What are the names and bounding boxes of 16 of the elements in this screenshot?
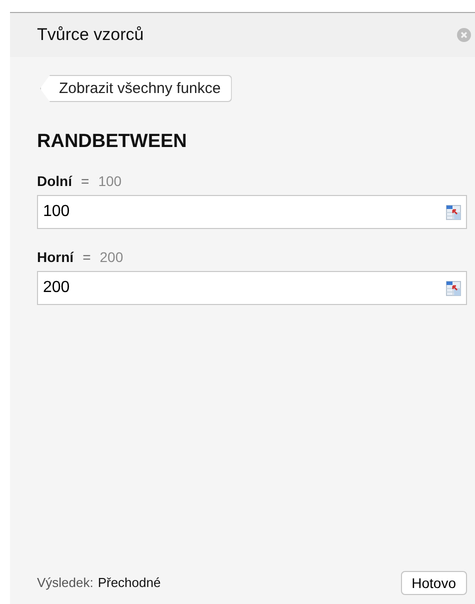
equals-sign: = [81,173,90,189]
cell-reference-icon[interactable] [446,281,461,296]
result-value: Přechodné [98,575,161,590]
argument-name: Horní [37,249,74,265]
argument-name: Dolní [37,173,72,189]
evaluated-value: 200 [100,249,124,265]
evaluated-value: 100 [98,173,122,189]
result-label: Výsledek: [37,575,94,590]
input-field[interactable]: 100 [37,195,467,229]
panel-title: Tvůrce vzorců [37,25,144,45]
input-field[interactable]: 200 [37,271,467,305]
function-name: RANDBETWEEN [37,131,188,153]
equals-sign: = [82,249,91,265]
back-button[interactable]: Zobrazit všechny funkce [40,75,232,102]
done-button[interactable]: Hotovo [400,571,467,595]
cell-reference-icon[interactable] [446,205,461,220]
